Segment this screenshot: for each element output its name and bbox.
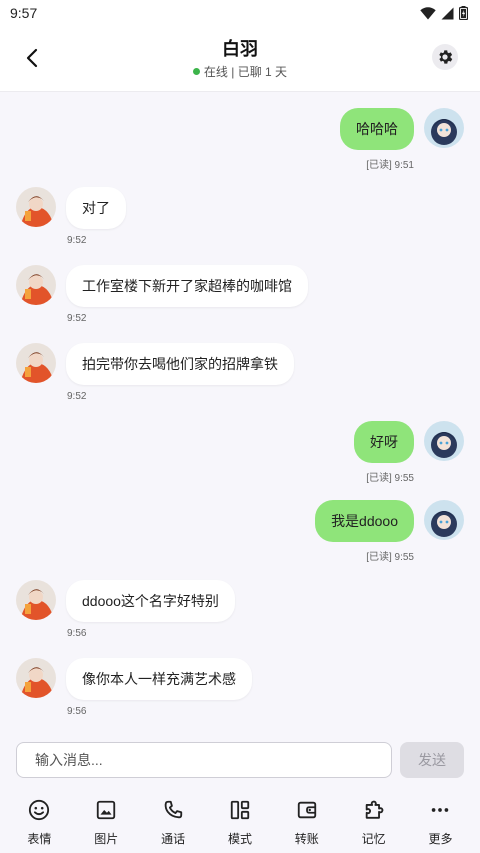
message-bubble-sent[interactable]: 我是ddooo [315,500,414,542]
toolbar-label: 通话 [161,832,186,846]
toolbar-label: 模式 [227,832,252,846]
message-bubble-received[interactable]: ddooo这个名字好特别 [66,580,235,622]
image-icon [97,800,116,820]
chat-header: 白羽 在线 | 已聊 1 天 [0,26,480,92]
message-meta: [已读] 9:55 [366,473,414,484]
message-bubble-received[interactable]: 像你本人一样充满艺术感 [66,658,252,700]
message-meta: 9:52 [67,235,87,246]
settings-button[interactable] [432,44,458,70]
contact-avatar[interactable] [16,265,56,305]
contact-name: 白羽 [222,39,258,59]
contact-avatar[interactable] [16,580,56,620]
message-bubble-received[interactable]: 工作室楼下新开了家超棒的咖啡馆 [66,265,308,307]
message-meta: 9:56 [67,628,87,639]
toolbar-mode[interactable]: 模式 [210,790,270,853]
message-meta: 9:52 [67,313,87,324]
contact-status: 在线 | 已聊 1 天 [0,63,480,80]
contact-status-text: 在线 | 已聊 1 天 [203,65,288,79]
message-bubble-sent[interactable]: 好呀 [354,421,414,463]
puzzle-icon [365,800,384,819]
message-meta: 9:52 [67,391,87,402]
message-list[interactable]: 哈哈哈 [已读] 9:51 对了 9:52 工作室楼下新开了家超棒的咖啡馆 9:… [0,92,480,732]
message-meta: [已读] 9:51 [366,160,414,171]
wifi-icon [420,6,436,20]
my-avatar[interactable] [424,421,464,461]
toolbar-emoji[interactable]: 表情 [9,790,69,853]
toolbar-memory[interactable]: 记忆 [344,790,404,853]
gear-icon [439,50,453,64]
battery-icon [459,6,468,20]
send-button[interactable]: 发送 [400,742,464,778]
wallet-icon [297,801,316,819]
status-bar: 9:57 [0,0,480,26]
contact-avatar[interactable] [16,658,56,698]
toolbar-label: 表情 [27,832,52,846]
toolbar-label: 转账 [294,832,319,846]
mode-icon [230,800,250,820]
composer: 发送 [0,740,480,782]
toolbar-call[interactable]: 通话 [143,790,203,853]
more-icon [432,808,449,812]
toolbar-label: 图片 [94,832,119,846]
toolbar-label: 记忆 [361,832,386,846]
bottom-toolbar: 表情 图片 通话 模式 转账 记忆 更多 [0,790,480,853]
contact-avatar[interactable] [16,187,56,227]
toolbar-more[interactable]: 更多 [410,790,470,853]
contact-avatar[interactable] [16,343,56,383]
message-meta: 9:56 [67,706,87,717]
message-meta: [已读] 9:55 [366,552,414,563]
toolbar-image[interactable]: 图片 [76,790,136,853]
status-time: 9:57 [10,5,38,21]
my-avatar[interactable] [424,500,464,540]
message-input[interactable] [16,742,392,778]
message-bubble-received[interactable]: 拍完带你去喝他们家的招牌拿铁 [66,343,294,385]
phone-icon [164,800,183,819]
toolbar-transfer[interactable]: 转账 [277,790,337,853]
status-icons [420,6,468,20]
emoji-icon [29,799,50,821]
online-indicator [192,68,200,75]
message-bubble-sent[interactable]: 哈哈哈 [340,108,414,150]
my-avatar[interactable] [424,108,464,148]
toolbar-label: 更多 [428,832,453,846]
message-bubble-received[interactable]: 对了 [66,187,126,229]
signal-icon [441,7,454,19]
